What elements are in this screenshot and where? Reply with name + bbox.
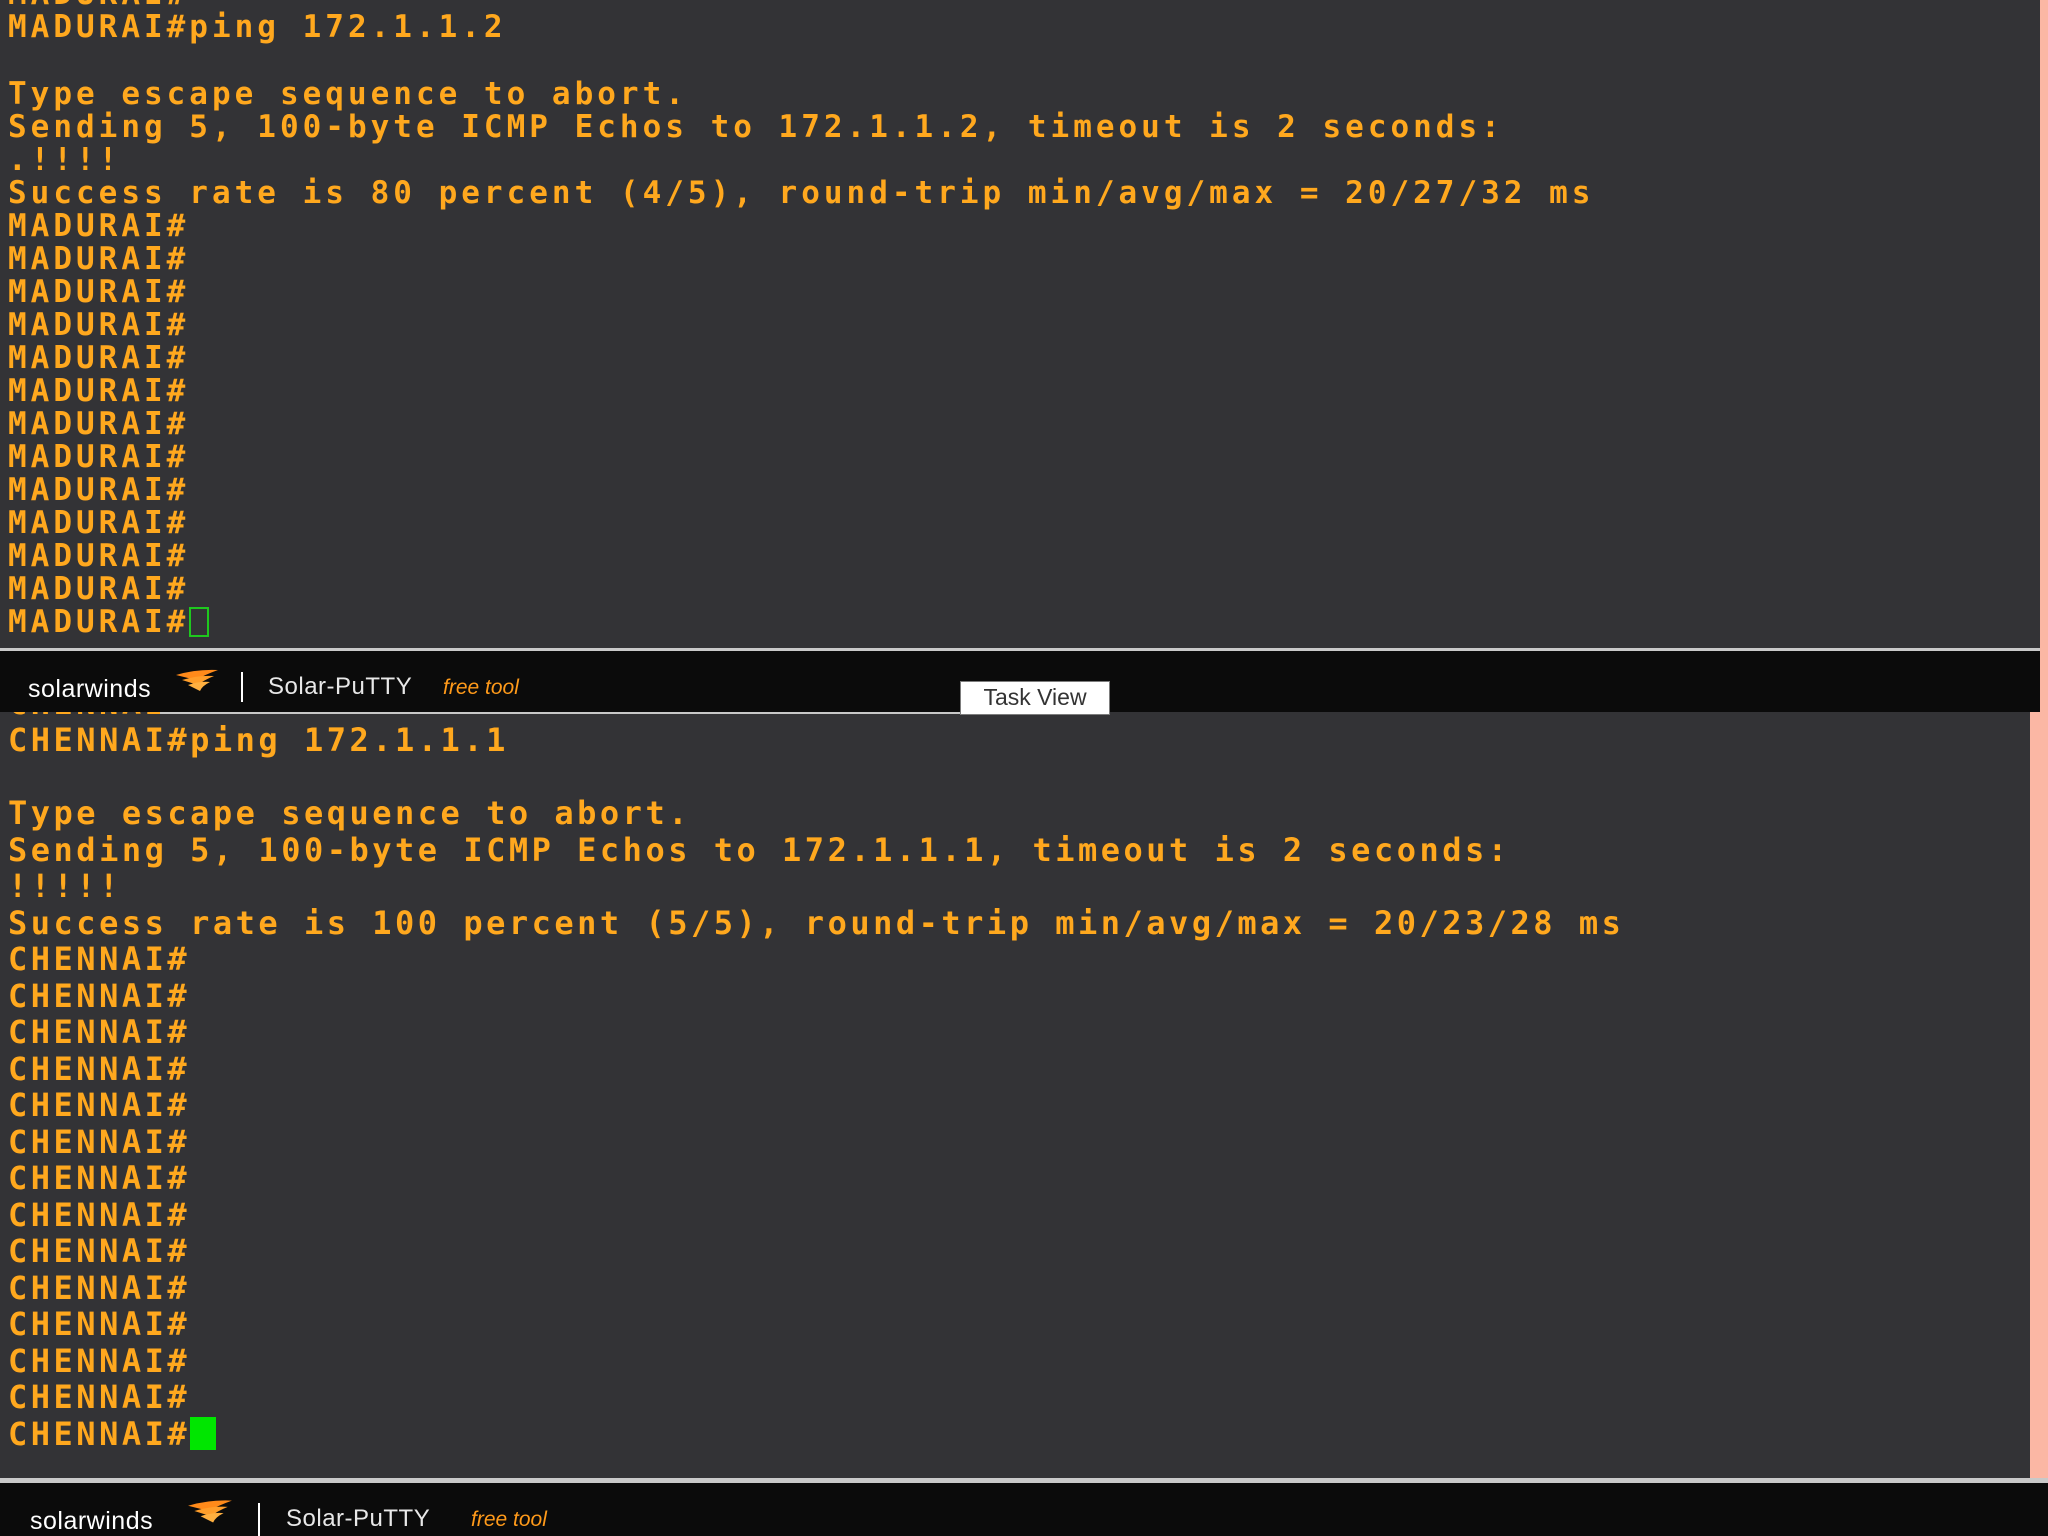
ping-command-line: MADURAI#ping 172.1.1.2	[8, 9, 507, 45]
prompt-line: CHENNAI#	[8, 1196, 191, 1234]
prompt-line: MADURAI#	[8, 373, 190, 409]
prompt-line: MADURAI#	[8, 208, 190, 244]
prompt-line: CHENNAI#	[8, 1269, 191, 1307]
prompt-line: CHENNAI#	[8, 1159, 191, 1197]
prompt-line: CHENNAI#	[8, 1050, 191, 1088]
chennai-terminal-pane[interactable]: CHENNAI# CHENNAI#ping 172.1.1.1 Type esc…	[0, 712, 2030, 1478]
prompt-line: MADURAI#	[8, 439, 190, 475]
escape-sequence-line: Type escape sequence to abort.	[8, 76, 688, 112]
prompt-line: MADURAI#	[8, 571, 190, 607]
prompt-line: MADURAI#	[8, 241, 190, 277]
cut-off-tab-underline	[160, 712, 976, 714]
active-prompt: MADURAI#	[8, 604, 190, 640]
success-rate-line: Success rate is 80 percent (4/5), round-…	[8, 175, 1595, 211]
prompt-line: MADURAI#	[8, 505, 190, 541]
sending-echos-line: Sending 5, 100-byte ICMP Echos to 172.1.…	[8, 109, 1504, 145]
prompt-line: CHENNAI#	[8, 1342, 191, 1380]
escape-sequence-line: Type escape sequence to abort.	[8, 794, 691, 832]
prompt-line: MADURAI#	[8, 406, 190, 442]
brand-separator	[241, 672, 243, 702]
solarwinds-swoosh-icon	[188, 1500, 232, 1523]
prompt-line: CHENNAI#	[8, 1378, 191, 1416]
brand-separator	[258, 1503, 260, 1536]
madurai-terminal-pane[interactable]: MADURAI# MADURAI#ping 172.1.1.2 Type esc…	[0, 0, 2040, 648]
prompt-line: MADURAI#	[8, 340, 190, 376]
solarwinds-logo: solarwinds	[28, 675, 152, 703]
task-view-tooltip: Task View	[960, 681, 1110, 715]
text-cursor	[189, 606, 210, 637]
success-rate-line: Success rate is 100 percent (5/5), round…	[8, 904, 1625, 942]
solarwinds-logo: solarwinds	[30, 1507, 154, 1535]
prompt-line: CHENNAI#	[8, 940, 191, 978]
prompt-line: MADURAI#	[8, 538, 190, 574]
solar-putty-brand-bar: solarwinds Solar-PuTTY free tool	[0, 1483, 2048, 1536]
product-name: Solar-PuTTY	[268, 673, 413, 700]
active-prompt-line[interactable]: MADURAI#	[8, 604, 210, 640]
active-prompt: CHENNAI#	[8, 1415, 191, 1453]
prompt-line: CHENNAI#	[8, 1232, 191, 1270]
ping-result-marks: .!!!!	[8, 142, 122, 178]
prompt-line: CHENNAI#	[8, 1305, 191, 1343]
sending-echos-line: Sending 5, 100-byte ICMP Echos to 172.1.…	[8, 831, 1511, 869]
prompt-line: CHENNAI#	[8, 1086, 191, 1124]
prompt-line: MADURAI#	[8, 472, 190, 508]
edition-label: free tool	[471, 1508, 547, 1531]
prompt-line: CHENNAI#	[8, 1013, 191, 1051]
ping-result-marks: !!!!!	[8, 867, 122, 905]
prompt-line: CHENNAI#	[8, 1123, 191, 1161]
prompt-line: MADURAI#	[8, 274, 190, 310]
prompt-line: CHENNAI#	[8, 977, 191, 1015]
product-name: Solar-PuTTY	[286, 1505, 431, 1532]
solarwinds-swoosh-icon	[176, 669, 218, 691]
text-cursor	[190, 1417, 217, 1450]
ping-command-line: CHENNAI#ping 172.1.1.1	[8, 721, 509, 759]
active-prompt-line[interactable]: CHENNAI#	[8, 1415, 217, 1453]
prompt-line: MADURAI#	[8, 307, 190, 343]
edition-label: free tool	[443, 676, 519, 699]
